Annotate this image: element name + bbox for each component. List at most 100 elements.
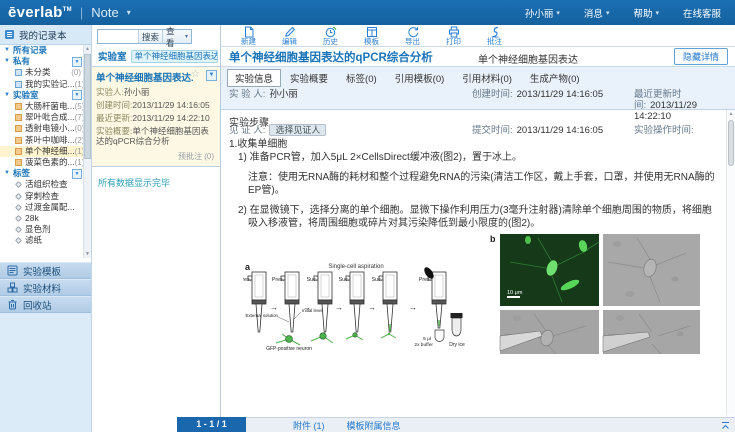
experiment-content[interactable]: 实验步骤 1.收集单细胞 1) 准备PCR管，加入5μL 2×CellsDire… bbox=[221, 110, 735, 415]
attachments-tab[interactable]: 附件 (1) bbox=[293, 419, 325, 432]
tab-tags[interactable]: 标签(0) bbox=[337, 70, 386, 86]
tree-tag-filter-paper[interactable]: 滤纸 bbox=[0, 235, 83, 246]
section-dropdown-icon[interactable]: ▼ bbox=[72, 169, 82, 179]
experiment-info-panel: 实验信息 实验概要 标签(0) 引用模板(0) 引用材料(0) 生成产物(0) … bbox=[221, 66, 735, 110]
experiment-list-item[interactable]: 单个神经细胞基因表达... ☆ ▼ 实验人:孙小丽 创建时间:2013/11/2… bbox=[92, 66, 220, 167]
section-label: 实验室 bbox=[13, 90, 39, 101]
annotation-count[interactable]: 预批注 (0) bbox=[96, 151, 216, 162]
search-input[interactable] bbox=[98, 30, 138, 43]
scale-bar-label: 10 μm bbox=[507, 290, 523, 296]
tree-section-private[interactable]: ▼私有▼ bbox=[0, 56, 83, 67]
item-label: 大肠杆菌电... bbox=[25, 101, 75, 112]
notebook-tree: ▼所有记录 ▼私有▼ 未分类(0) 我的实验记...(1) ▼实验室▼ 大肠杆菌… bbox=[0, 45, 83, 258]
new-document-icon bbox=[243, 26, 255, 38]
created-label: 创建时间: bbox=[96, 100, 132, 110]
user-menu[interactable]: 孙小丽▾ bbox=[525, 6, 560, 20]
item-count: (1) bbox=[75, 157, 83, 168]
item-label: 我的实验记... bbox=[25, 79, 75, 90]
cell-body bbox=[513, 315, 521, 321]
tree-item-tea-caffeine[interactable]: 茶叶中咖啡...(2) bbox=[0, 135, 83, 146]
online-support-label: 在线客服 bbox=[683, 6, 721, 20]
figure-a-title: Single-cell aspiration bbox=[328, 264, 383, 270]
view-dropdown[interactable]: 查看▾ bbox=[162, 30, 191, 43]
item-label: 翠叶吡合成... bbox=[25, 112, 75, 123]
tree-item-single-neuron[interactable]: 单个神经细...(1) bbox=[0, 146, 83, 157]
chevron-down-icon[interactable]: ▾ bbox=[127, 8, 131, 17]
scope-filter-pill[interactable]: 单个神经细胞基因表达 bbox=[131, 50, 218, 63]
tree-section-lab[interactable]: ▼实验室▼ bbox=[0, 90, 83, 101]
tree-tag-chromogen[interactable]: 显色剂 bbox=[0, 224, 83, 235]
nav-experiment-templates[interactable]: 实验模板 bbox=[0, 262, 91, 279]
help-label: 帮助 bbox=[633, 6, 652, 20]
annotate-button[interactable]: 批注 bbox=[474, 25, 515, 47]
tree-item-ecoli[interactable]: 大肠杆菌电...(5) bbox=[0, 101, 83, 112]
neuron-soma bbox=[320, 333, 326, 339]
toolbar-label: 新建 bbox=[241, 38, 256, 46]
tree-item-uncategorized[interactable]: 未分类(0) bbox=[0, 67, 83, 78]
experiment-detail-title: 单个神经细胞基因表达的qPCR综合分析 bbox=[229, 49, 433, 65]
section-dropdown-icon[interactable]: ▼ bbox=[72, 90, 82, 100]
caret-down-icon: ▼ bbox=[4, 56, 13, 67]
tree-tag-biopsy[interactable]: 活组织检查 bbox=[0, 179, 83, 190]
tree-tag-transition-metal[interactable]: 过渡金属配... bbox=[0, 202, 83, 213]
template-button[interactable]: 模板 bbox=[351, 25, 392, 47]
hide-details-button[interactable]: 隐藏详情 bbox=[674, 48, 728, 65]
tree-section-tags[interactable]: ▼标签▼ bbox=[0, 168, 83, 179]
item-label: 过渡金属配... bbox=[25, 202, 75, 213]
history-button[interactable]: 历史 bbox=[310, 25, 351, 47]
notebook-square-icon bbox=[15, 159, 22, 166]
sidebar-scrollbar[interactable]: ▲ ▼ bbox=[83, 45, 91, 258]
view-label: 查看 bbox=[166, 25, 183, 49]
tree-item-tem[interactable]: 透射电镜小...(0) bbox=[0, 123, 83, 134]
tab-experiment-info[interactable]: 实验信息 bbox=[227, 69, 281, 87]
owner-label: 实 验 人: bbox=[229, 89, 265, 100]
tree-item-my-records[interactable]: 我的实验记...(1) bbox=[0, 79, 83, 90]
notebook-square-icon bbox=[15, 114, 22, 121]
neuron-dendrites bbox=[276, 334, 396, 345]
help-menu[interactable]: 帮助▾ bbox=[633, 6, 659, 20]
user-name: 孙小丽 bbox=[525, 6, 554, 20]
tree-section-all-records[interactable]: ▼所有记录 bbox=[0, 45, 83, 56]
print-button[interactable]: 打印 bbox=[433, 25, 474, 47]
tab-products[interactable]: 生成产物(0) bbox=[521, 70, 589, 86]
nav-experiment-materials[interactable]: 实验材料 bbox=[0, 279, 91, 296]
experiment-title[interactable]: 单个神经细胞基因表达... bbox=[96, 70, 194, 84]
scrollbar-thumb[interactable] bbox=[84, 54, 91, 159]
scroll-up-icon[interactable]: ▲ bbox=[84, 45, 91, 53]
tab-cited-templates[interactable]: 引用模板(0) bbox=[386, 70, 454, 86]
messages-menu[interactable]: 消息▾ bbox=[584, 6, 610, 20]
step-note: 注意：使用无RNA酶的耗材和整个过程避免RNA的污染(清洁工作区，戴上手套，口罩… bbox=[229, 171, 719, 197]
tag-icon bbox=[15, 204, 22, 211]
scope-label: 实验室 bbox=[98, 49, 127, 63]
arrow-right-icon: → bbox=[270, 303, 278, 312]
new-button[interactable]: 新建 bbox=[228, 25, 269, 47]
tree-tag-28k[interactable]: 28k bbox=[0, 213, 83, 224]
scroll-up-icon[interactable]: ▲ bbox=[727, 110, 735, 119]
arrow-right-icon: → bbox=[409, 303, 417, 312]
scroll-down-icon[interactable]: ▼ bbox=[84, 250, 91, 258]
online-support-link[interactable]: 在线客服 bbox=[683, 6, 721, 20]
content-scrollbar[interactable]: ▲ bbox=[726, 110, 735, 415]
nav-recycle-bin[interactable]: 回收站 bbox=[0, 296, 91, 313]
tab-experiment-summary[interactable]: 实验概要 bbox=[281, 70, 337, 86]
logo-divider: | bbox=[80, 5, 83, 20]
search-button[interactable]: 搜索 bbox=[138, 30, 162, 43]
topbar: ēverlabTM | Note ▾ 孙小丽▾ 消息▾ 帮助▾ 在线客服 bbox=[0, 0, 735, 25]
tree-item-synthesis[interactable]: 翠叶吡合成...(7) bbox=[0, 112, 83, 123]
owner-value: 孙小丽 bbox=[124, 87, 150, 97]
tab-cited-materials[interactable]: 引用材料(0) bbox=[453, 70, 521, 86]
section-dropdown-icon[interactable]: ▼ bbox=[72, 57, 82, 67]
scroll-to-top-icon[interactable] bbox=[721, 421, 730, 430]
star-icon[interactable]: ☆ bbox=[191, 69, 200, 80]
edit-button[interactable]: 编辑 bbox=[269, 25, 310, 47]
template-info-tab[interactable]: 模板附属信息 bbox=[347, 419, 401, 432]
figure-a-label: a bbox=[245, 262, 251, 272]
tree-item-spinach-pigment[interactable]: 菠菜色素的...(1) bbox=[0, 157, 83, 168]
item-dropdown-icon[interactable]: ▼ bbox=[206, 70, 217, 81]
gfp-cell bbox=[525, 236, 531, 244]
export-button[interactable]: 导出 bbox=[392, 25, 433, 47]
topbar-menus: 孙小丽▾ 消息▾ 帮助▾ 在线客服 bbox=[525, 6, 721, 20]
pagination[interactable]: 1 - 1 / 1 bbox=[177, 417, 246, 432]
scrollbar-thumb[interactable] bbox=[728, 120, 734, 166]
tree-tag-puncture[interactable]: 穿刺检查 bbox=[0, 190, 83, 201]
